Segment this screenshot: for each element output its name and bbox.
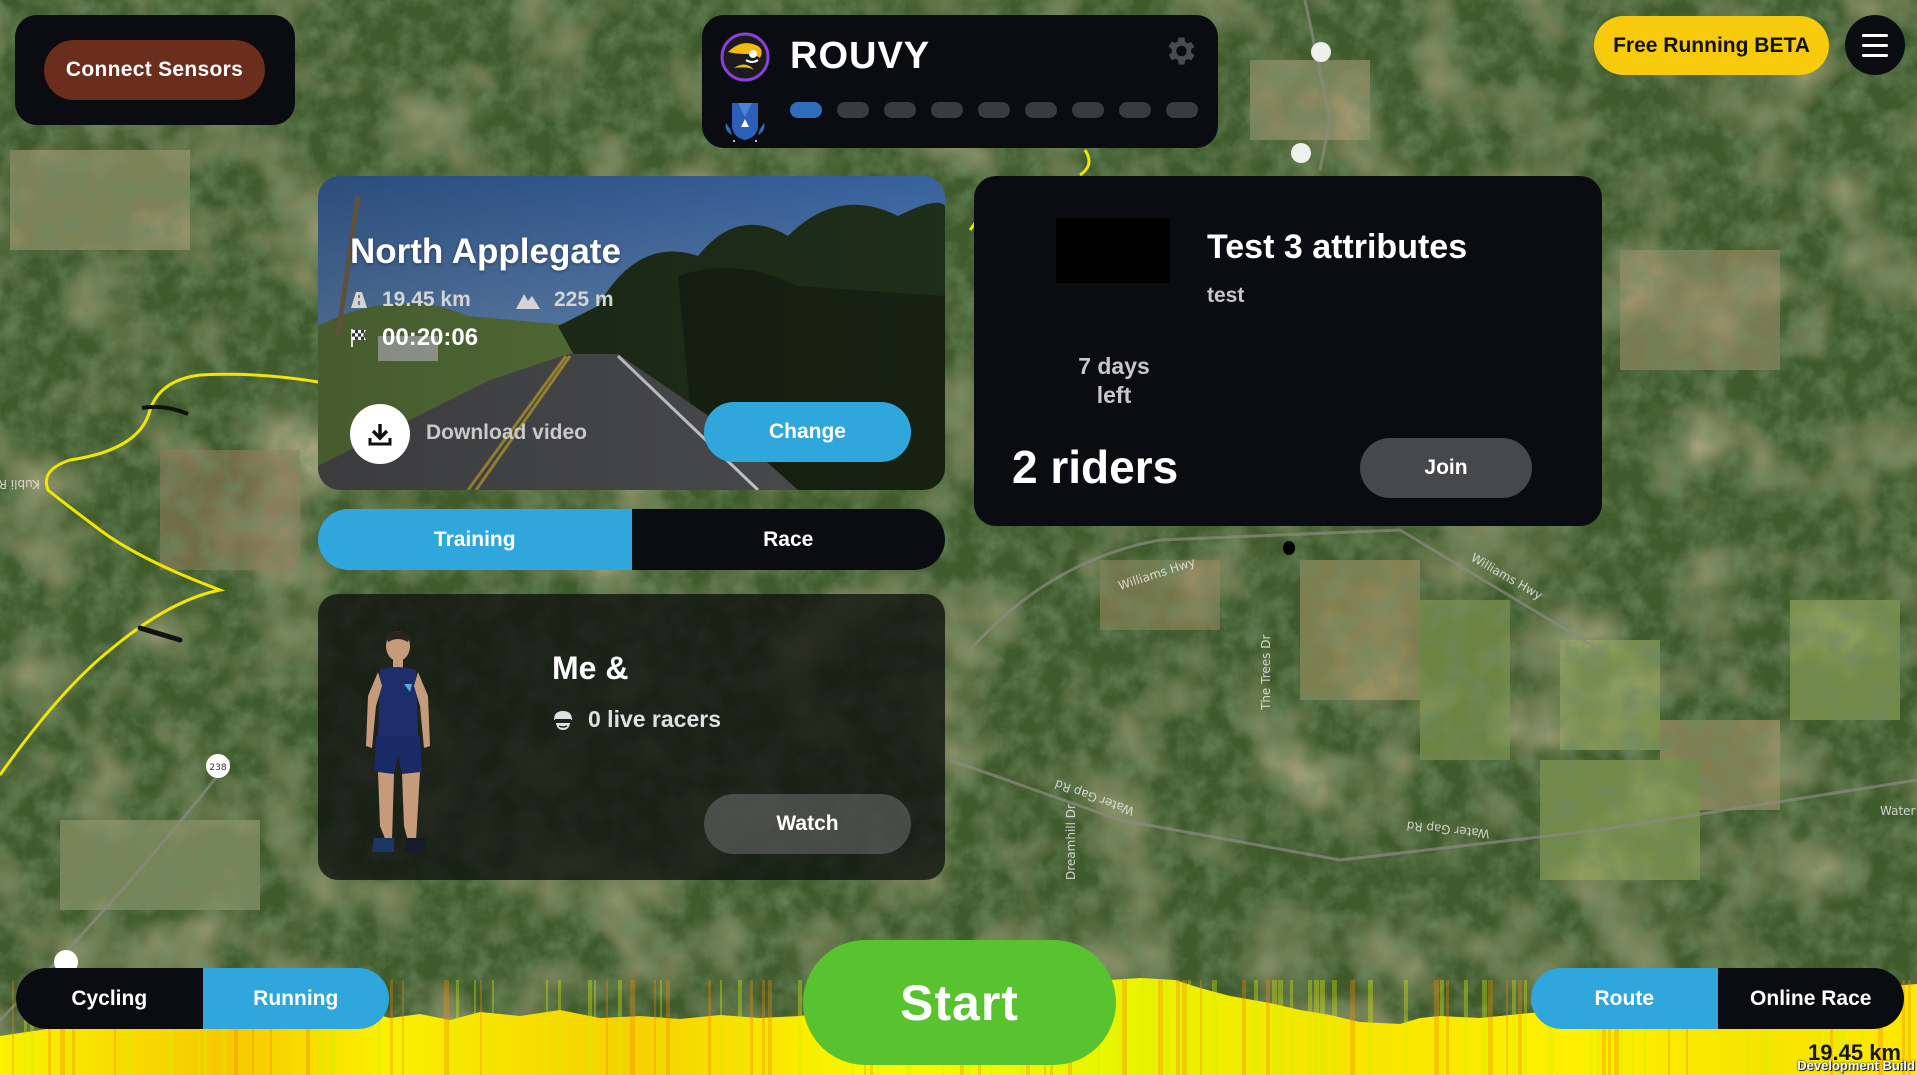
progress-step bbox=[1166, 102, 1198, 118]
route-elevation-value: 225 m bbox=[554, 288, 614, 311]
route-elevation: 225 m bbox=[516, 288, 614, 312]
mode-tabs: Training Race bbox=[318, 509, 945, 570]
progress-step bbox=[931, 102, 963, 118]
free-running-beta-badge[interactable]: Free Running BETA bbox=[1594, 16, 1829, 75]
tab-running[interactable]: Running bbox=[202, 968, 389, 1029]
satellite-map[interactable]: Williams Hwy Williams Hwy The Trees Dr W… bbox=[0, 0, 1917, 1075]
live-racers-count: 0 live racers bbox=[588, 706, 722, 732]
tab-online-race[interactable]: Online Race bbox=[1717, 968, 1904, 1029]
connect-sensors-button[interactable]: Connect Sensors bbox=[44, 40, 265, 100]
days-left-value: 7 days bbox=[1078, 353, 1150, 379]
progress-step bbox=[837, 102, 869, 118]
rouvy-header-panel: ROUVY bbox=[702, 15, 1218, 148]
start-button[interactable]: Start bbox=[803, 940, 1116, 1065]
tab-cycling[interactable]: Cycling bbox=[16, 968, 203, 1029]
live-racers: 0 live racers bbox=[552, 706, 721, 733]
progress-step bbox=[1072, 102, 1104, 118]
route-distance: 19.45 km bbox=[350, 288, 471, 312]
download-icon bbox=[368, 424, 392, 446]
map-label: Water bbox=[1880, 804, 1916, 818]
progress-step bbox=[1119, 102, 1151, 118]
route-duration-value: 00:20:06 bbox=[382, 324, 479, 351]
change-route-button[interactable]: Change bbox=[704, 402, 911, 462]
me-and-card: Me & 0 live racers Watch bbox=[318, 594, 945, 880]
sensors-panel: Connect Sensors bbox=[15, 15, 295, 125]
me-and-title: Me & bbox=[552, 650, 629, 686]
route-card[interactable]: North Applegate 19.45 km 225 m 00:20:06 … bbox=[318, 176, 945, 490]
challenge-subtitle: test bbox=[1207, 284, 1245, 307]
progress-step bbox=[1025, 102, 1057, 118]
download-video-button[interactable] bbox=[350, 404, 410, 464]
challenge-thumbnail bbox=[1056, 218, 1170, 283]
svg-text:238: 238 bbox=[209, 763, 226, 773]
route-distance-value: 19.45 km bbox=[382, 288, 471, 311]
route-name: North Applegate bbox=[350, 232, 621, 271]
highway-shield-icon: 238 bbox=[206, 754, 230, 778]
challenge-days-left: 7 days left bbox=[1034, 352, 1194, 410]
sport-tabs: Cycling Running bbox=[16, 968, 389, 1029]
helmet-rider-icon bbox=[554, 710, 572, 730]
road-icon bbox=[351, 292, 367, 308]
app-title: ROUVY bbox=[790, 35, 931, 77]
join-button[interactable]: Join bbox=[1360, 438, 1532, 498]
watch-button[interactable]: Watch bbox=[704, 794, 911, 854]
tab-race[interactable]: Race bbox=[631, 509, 945, 570]
runner-avatar bbox=[366, 631, 430, 852]
tab-route[interactable]: Route bbox=[1531, 968, 1718, 1029]
progress-step bbox=[790, 102, 822, 118]
challenge-title: Test 3 attributes bbox=[1207, 228, 1468, 266]
progress-step bbox=[884, 102, 916, 118]
tab-training[interactable]: Training bbox=[318, 509, 632, 570]
hamburger-menu-icon[interactable] bbox=[1845, 15, 1905, 75]
rouvy-bird-logo-icon[interactable] bbox=[720, 32, 770, 82]
days-left-suffix: left bbox=[1096, 382, 1132, 408]
progress-step bbox=[978, 102, 1010, 118]
challenge-card[interactable]: Test 3 attributes test 7 days left 2 rid… bbox=[974, 176, 1602, 526]
map-label: The Trees Dr bbox=[1259, 635, 1273, 711]
shield-badge-icon[interactable] bbox=[720, 95, 770, 145]
checkered-flag-icon bbox=[351, 329, 366, 347]
map-label: Dreamhill Dr bbox=[1064, 804, 1078, 880]
map-label: Kubli Rd bbox=[0, 477, 40, 491]
download-video-label[interactable]: Download video bbox=[426, 421, 587, 445]
level-progress bbox=[790, 102, 1198, 118]
gear-icon[interactable] bbox=[1162, 33, 1198, 69]
ride-type-tabs: Route Online Race bbox=[1531, 968, 1904, 1029]
mountain-icon bbox=[516, 294, 540, 309]
route-duration: 00:20:06 bbox=[350, 324, 478, 352]
development-build-label: Development Build bbox=[1797, 1058, 1915, 1073]
challenge-riders-count: 2 riders bbox=[1012, 441, 1179, 493]
